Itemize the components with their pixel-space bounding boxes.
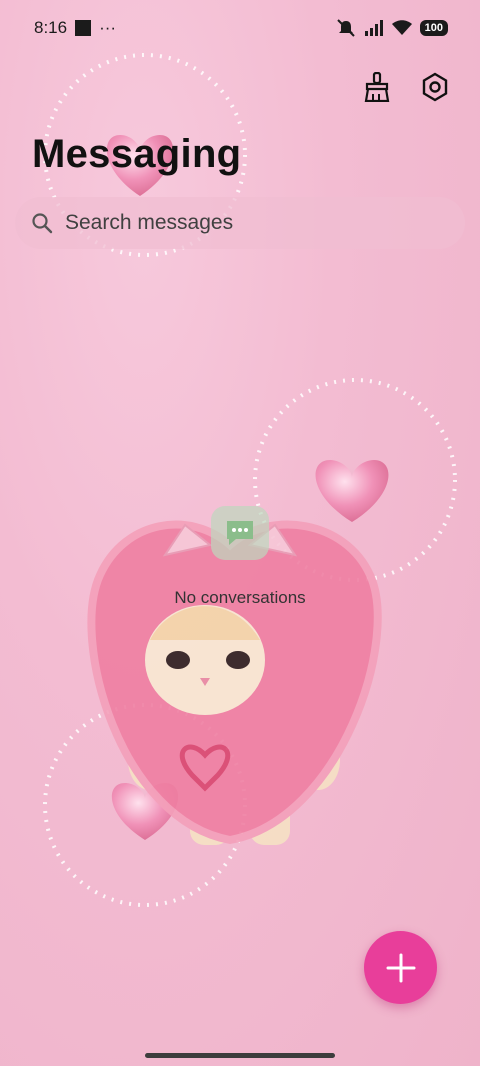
gesture-nav-handle[interactable] [145,1053,335,1058]
mute-icon [336,19,355,37]
broom-icon [364,72,390,102]
status-time: 8:16 [34,18,68,37]
mascot-illustration [87,520,382,845]
heart-decoration [111,783,179,840]
signal-icon [364,20,383,36]
status-right: 100 [336,19,448,37]
compose-button[interactable] [364,931,437,1004]
status-left: 8:16 ··· [34,18,116,38]
wifi-icon [391,20,412,35]
notification-icon [75,20,92,36]
search-icon [32,213,53,234]
top-actions [362,70,450,104]
heart-decoration [315,460,389,522]
status-bar: 8:16 ··· 100 [0,0,480,56]
plus-icon [386,953,415,982]
search-bar[interactable] [15,197,465,249]
battery-indicator: 100 [419,20,448,36]
clean-button[interactable] [362,70,392,104]
page-title: Messaging [32,132,242,176]
empty-state-text: No conversations [174,588,306,607]
empty-state-icon [211,506,269,560]
settings-button[interactable] [420,70,450,104]
chat-bubble-icon [227,521,253,545]
search-input[interactable] [65,211,425,235]
settings-hexagon-icon [422,72,448,102]
more-notifications-icon: ··· [99,18,117,37]
